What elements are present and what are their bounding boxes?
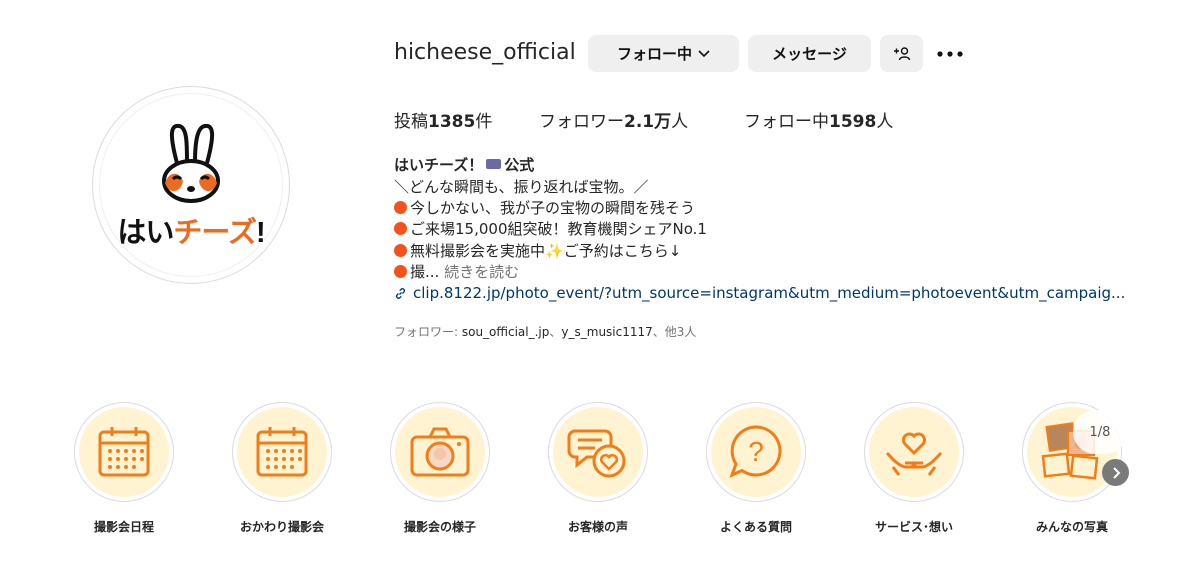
highlight-label: 撮影会日程 bbox=[93, 520, 154, 534]
add-person-icon bbox=[893, 46, 910, 60]
highlight-label: お客様の声 bbox=[567, 520, 628, 534]
highlight-cover bbox=[864, 402, 964, 502]
highlight-cover bbox=[390, 402, 490, 502]
carousel-counter: 1/8 bbox=[1073, 410, 1127, 454]
highlight-session-scenes[interactable]: 撮影会の様子 bbox=[380, 402, 500, 535]
link-icon bbox=[395, 287, 406, 299]
orange-dot-icon bbox=[394, 222, 407, 235]
bio-link-text[interactable]: clip.8122.jp/photo_event/?utm_source=ins… bbox=[413, 284, 1125, 302]
message-button[interactable]: メッセージ bbox=[748, 35, 871, 72]
highlight-faq[interactable]: ? よくある質問 bbox=[696, 402, 816, 535]
profile-avatar[interactable]: はいチーズ! bbox=[92, 86, 290, 284]
bio-line: ご来場15,000組突破！教育機関シェアNo.1 bbox=[394, 218, 707, 239]
followers-count[interactable]: フォロワー2.1万人 bbox=[539, 107, 688, 132]
more-options-button[interactable] bbox=[930, 35, 970, 72]
bio-line: ＼どんな瞬間も、振り返れば宝物。／ bbox=[394, 178, 649, 196]
avatar-logo: はいチーズ! bbox=[99, 93, 283, 277]
highlight-label: みんなの写真 bbox=[1035, 520, 1108, 534]
username: hicheese_official bbox=[394, 40, 576, 65]
highlight-cover bbox=[74, 402, 174, 502]
svg-text:?: ? bbox=[748, 436, 764, 467]
highlight-schedule[interactable]: 撮影会日程 bbox=[64, 402, 184, 535]
following-count[interactable]: フォロー中1598人 bbox=[744, 107, 893, 132]
highlight-cover: ? bbox=[706, 402, 806, 502]
carousel-next-button[interactable] bbox=[1102, 459, 1129, 486]
highlight-cover bbox=[232, 402, 332, 502]
question-bubble-icon: ? bbox=[729, 425, 782, 478]
bio-line: 今しかない、我が子の宝物の瞬間を残そう bbox=[394, 197, 695, 218]
orange-dot-icon bbox=[394, 201, 407, 214]
read-more-link[interactable]: 続きを読む bbox=[444, 263, 519, 281]
bio-line: 無料撮影会を実施中✨ご予約はこちら↓ bbox=[394, 240, 681, 261]
calendar-icon bbox=[98, 427, 150, 477]
chevron-down-icon bbox=[698, 49, 710, 57]
camera-emoji-icon bbox=[486, 159, 502, 169]
following-label: フォロー中 bbox=[616, 45, 692, 63]
highlight-extra-session[interactable]: おかわり撮影会 bbox=[222, 402, 342, 535]
posts-count: 投稿1385件 bbox=[394, 112, 493, 132]
camera-icon bbox=[410, 427, 470, 477]
chat-heart-icon bbox=[567, 429, 626, 478]
highlight-label: 撮影会の様子 bbox=[403, 520, 476, 534]
orange-dot-icon bbox=[394, 244, 407, 257]
highlight-customer-voices[interactable]: お客様の声 bbox=[538, 402, 658, 535]
chevron-right-icon bbox=[1112, 466, 1120, 479]
highlight-service[interactable]: サービス･想い bbox=[854, 402, 974, 535]
highlight-label: サービス･想い bbox=[874, 520, 953, 534]
orange-dot-icon bbox=[394, 265, 407, 278]
bio-display-name: はいチーズ！ 公式 bbox=[394, 156, 535, 174]
calendar-icon bbox=[256, 427, 308, 477]
highlight-label: おかわり撮影会 bbox=[239, 520, 324, 534]
hands-heart-icon bbox=[885, 432, 943, 476]
sparkle-icon: ✨ bbox=[545, 242, 564, 260]
followed-by[interactable]: フォロワー: sou_official_.jp、y_s_music1117、他3… bbox=[394, 323, 696, 340]
bio-link[interactable]: clip.8122.jp/photo_event/?utm_source=ins… bbox=[394, 284, 1125, 302]
highlight-cover bbox=[548, 402, 648, 502]
more-icon bbox=[937, 50, 963, 57]
bio-line: 撮... 続きを読む bbox=[394, 261, 519, 282]
following-button[interactable]: フォロー中 bbox=[588, 35, 739, 72]
highlight-label: よくある質問 bbox=[719, 520, 792, 534]
add-person-button[interactable] bbox=[880, 35, 923, 72]
logo-wordmark: はいチーズ! bbox=[117, 217, 265, 249]
